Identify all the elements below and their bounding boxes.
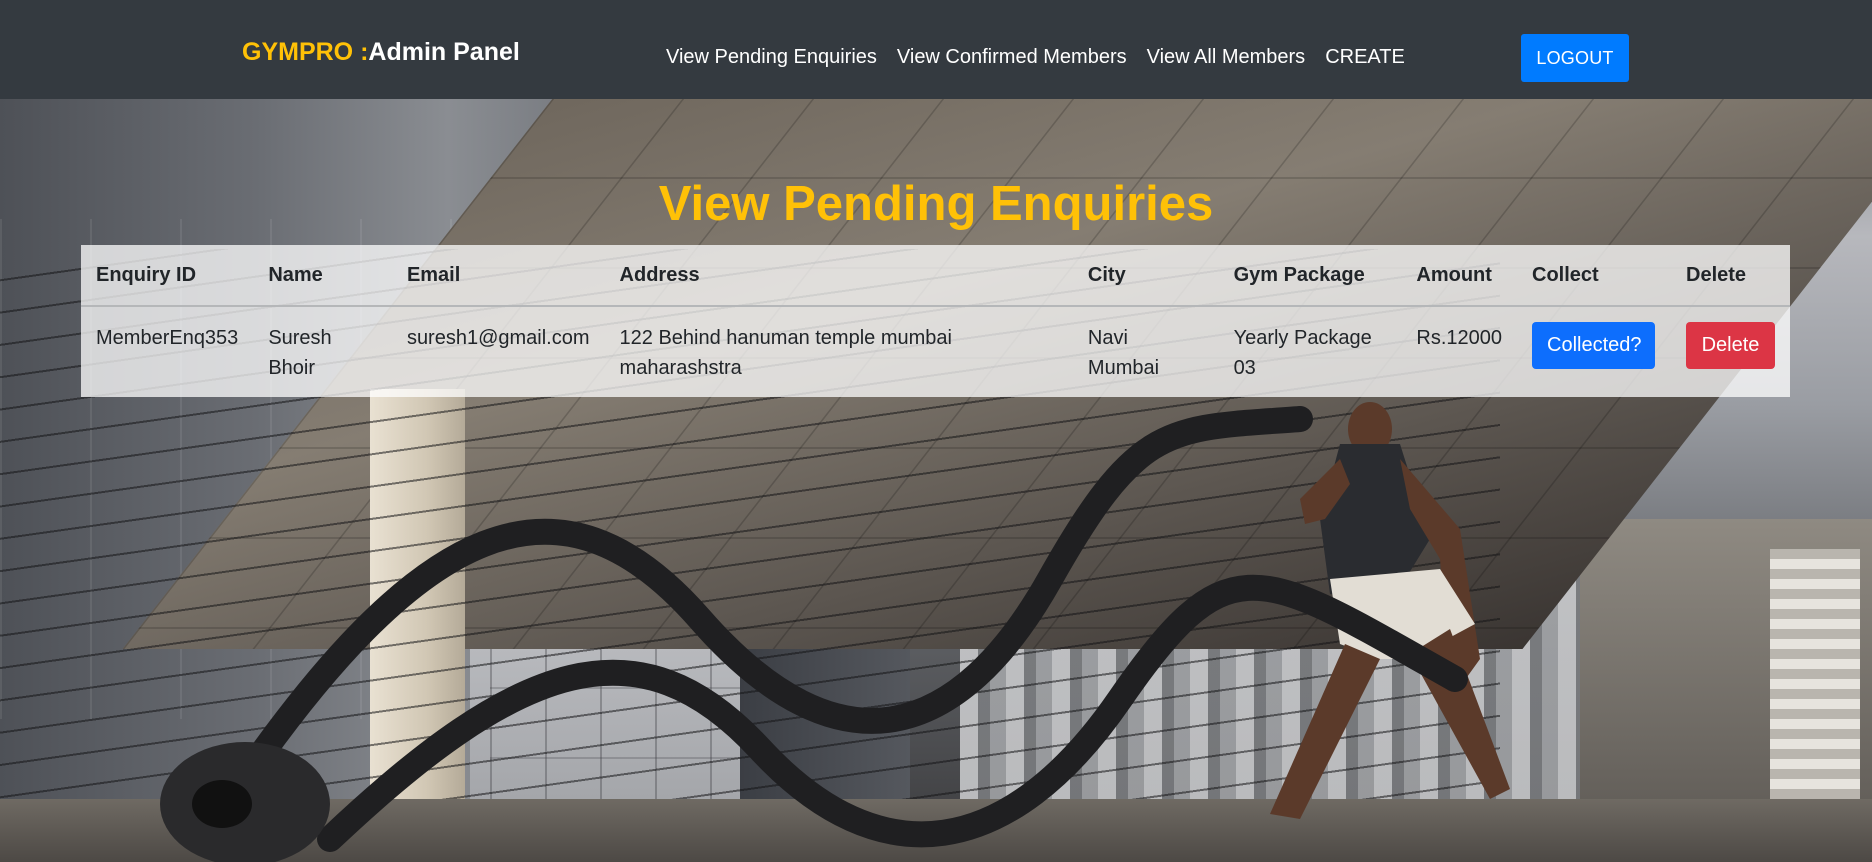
cell-enquiry-id: MemberEnq353 [96, 327, 239, 349]
column-header-address: Address [604, 245, 1073, 307]
cell-city: Navi Mumbai [1087, 327, 1160, 379]
cell-delete: Delete [1671, 306, 1790, 395]
enquiries-table-container: Enquiry ID Name Email Address City Gym P… [81, 245, 1790, 397]
column-header-collect: Collect [1517, 245, 1671, 307]
cell-collect: Collected? [1517, 306, 1671, 395]
top-navbar: GYMPRO :Admin Panel View Pending Enquiri… [0, 0, 1872, 99]
brand-logo[interactable]: GYMPRO :Admin Panel [242, 38, 520, 67]
column-header-email: Email [391, 245, 605, 307]
column-header-name: Name [253, 245, 392, 307]
logout-button[interactable]: LOGOUT [1521, 34, 1629, 82]
nav-link-pending-enquiries[interactable]: View Pending Enquiries [666, 46, 877, 69]
table-row: MemberEnq353 Suresh Bhoir suresh1@gmail.… [81, 306, 1790, 395]
cell-gym-package: Yearly Package 03 [1233, 327, 1372, 379]
column-header-enquiry-id: Enquiry ID [81, 245, 254, 307]
brand-title-text: Admin Panel [368, 38, 520, 66]
table-header-row: Enquiry ID Name Email Address City Gym P… [81, 245, 1790, 307]
page-title: View Pending Enquiries [658, 177, 1214, 231]
collected-button[interactable]: Collected? [1532, 322, 1655, 369]
cell-address: 122 Behind hanuman temple mumbai maharas… [619, 327, 952, 379]
cell-amount: Rs.12000 [1416, 327, 1502, 349]
column-header-amount: Amount [1401, 245, 1517, 307]
cell-email: suresh1@gmail.com [406, 327, 590, 349]
column-header-delete: Delete [1671, 245, 1790, 307]
brand-accent-text: GYMPRO : [242, 38, 369, 66]
nav-link-all-members[interactable]: View All Members [1147, 46, 1306, 69]
nav-link-create[interactable]: CREATE [1325, 46, 1405, 69]
column-header-city: City [1072, 245, 1219, 307]
main-nav: View Pending Enquiries View Confirmed Me… [666, 46, 1405, 69]
nav-link-confirmed-members[interactable]: View Confirmed Members [897, 46, 1127, 69]
cell-name: Suresh Bhoir [268, 327, 332, 379]
column-header-gym-package: Gym Package [1218, 245, 1402, 307]
enquiries-table: Enquiry ID Name Email Address City Gym P… [81, 245, 1790, 395]
delete-button[interactable]: Delete [1686, 322, 1775, 369]
